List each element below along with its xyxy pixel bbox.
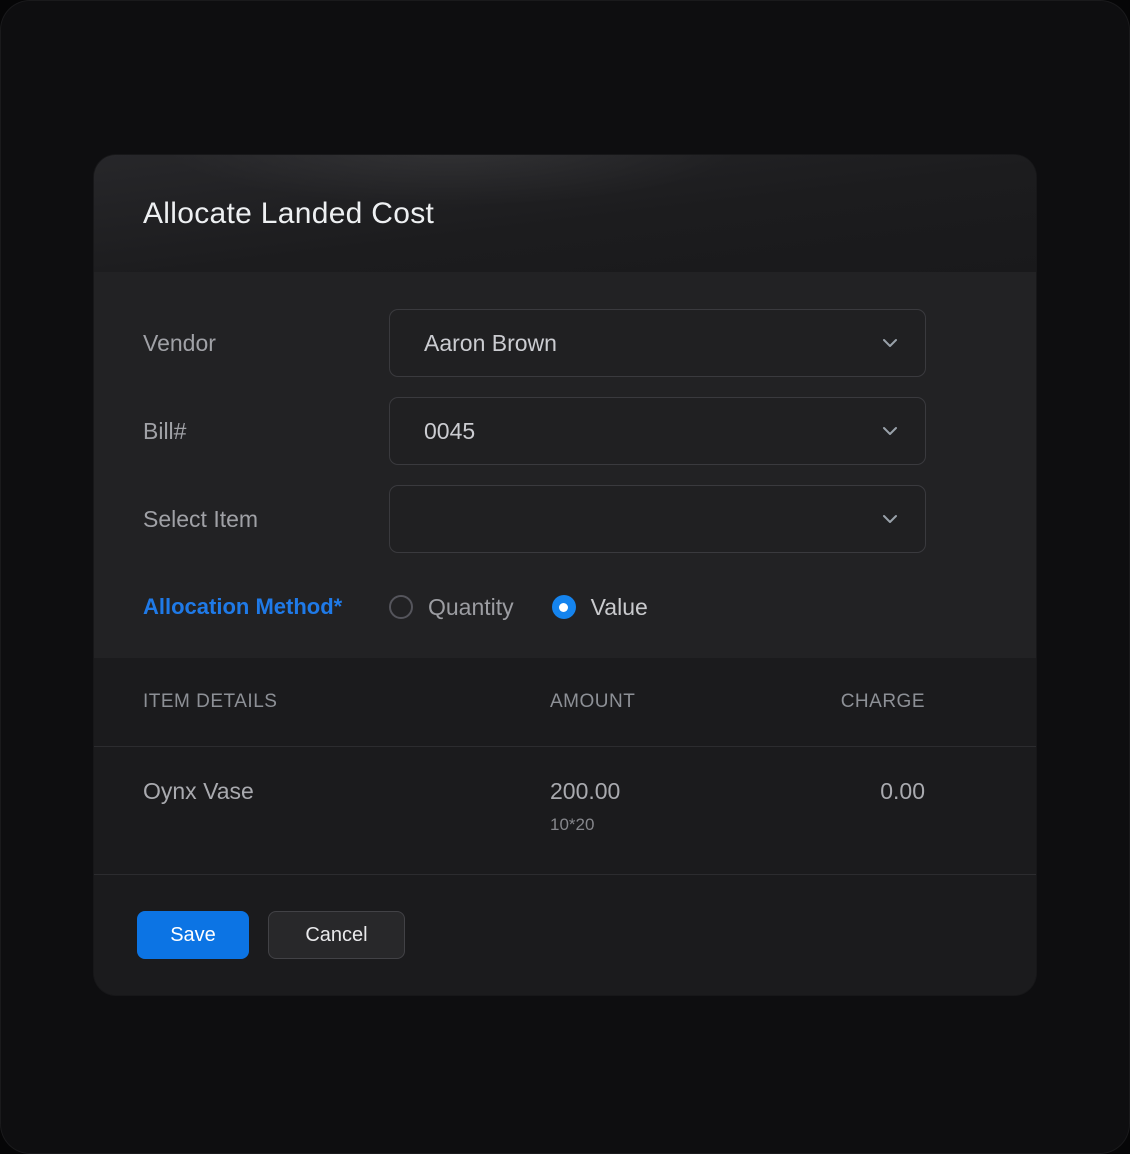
allocation-method-radio-group: Quantity Value xyxy=(389,594,926,621)
item-select[interactable] xyxy=(389,485,926,553)
radio-quantity-icon xyxy=(389,595,413,619)
bill-label: Bill# xyxy=(143,418,389,445)
items-table: ITEM DETAILS AMOUNT CHARGE Oynx Vase 200… xyxy=(94,658,1036,875)
chevron-down-icon xyxy=(879,332,901,354)
dialog-header: Allocate Landed Cost xyxy=(94,155,1036,272)
allocate-landed-cost-dialog: Allocate Landed Cost Vendor Aaron Brown … xyxy=(94,155,1036,995)
bill-field-row: Bill# 0045 xyxy=(143,397,926,465)
allocation-method-label: Allocation Method* xyxy=(143,594,389,620)
radio-quantity-label: Quantity xyxy=(428,594,514,621)
cell-amount: 200.00 10*20 xyxy=(550,778,735,835)
column-header-charge: CHARGE xyxy=(735,691,925,713)
form-section: Vendor Aaron Brown Bill# 0045 xyxy=(94,272,1036,658)
dialog-footer: Save Cancel xyxy=(94,875,1036,995)
bill-select[interactable]: 0045 xyxy=(389,397,926,465)
table-row: Oynx Vase 200.00 10*20 0.00 xyxy=(94,747,1036,875)
cell-item-name: Oynx Vase xyxy=(143,778,550,805)
radio-option-value[interactable]: Value xyxy=(552,594,648,621)
column-header-item-details: ITEM DETAILS xyxy=(143,691,550,713)
vendor-selected-value: Aaron Brown xyxy=(424,330,557,357)
select-item-field-row: Select Item xyxy=(143,485,926,553)
save-button[interactable]: Save xyxy=(137,911,249,959)
select-item-label: Select Item xyxy=(143,506,389,533)
bill-selected-value: 0045 xyxy=(424,418,475,445)
vendor-field-row: Vendor Aaron Brown xyxy=(143,309,926,377)
radio-value-label: Value xyxy=(591,594,648,621)
column-header-amount: AMOUNT xyxy=(550,691,735,713)
chevron-down-icon xyxy=(879,420,901,442)
allocation-method-row: Allocation Method* Quantity Value xyxy=(143,585,926,629)
vendor-label: Vendor xyxy=(143,330,389,357)
vendor-select[interactable]: Aaron Brown xyxy=(389,309,926,377)
page-background: Allocate Landed Cost Vendor Aaron Brown … xyxy=(0,0,1130,1154)
radio-option-quantity[interactable]: Quantity xyxy=(389,594,514,621)
chevron-down-icon xyxy=(879,508,901,530)
radio-value-icon xyxy=(552,595,576,619)
cell-amount-subtext: 10*20 xyxy=(550,815,735,835)
cell-amount-value: 200.00 xyxy=(550,778,735,805)
dialog-title: Allocate Landed Cost xyxy=(143,197,434,231)
cancel-button[interactable]: Cancel xyxy=(268,911,405,959)
cell-charge: 0.00 xyxy=(735,778,925,805)
table-header-row: ITEM DETAILS AMOUNT CHARGE xyxy=(94,658,1036,747)
